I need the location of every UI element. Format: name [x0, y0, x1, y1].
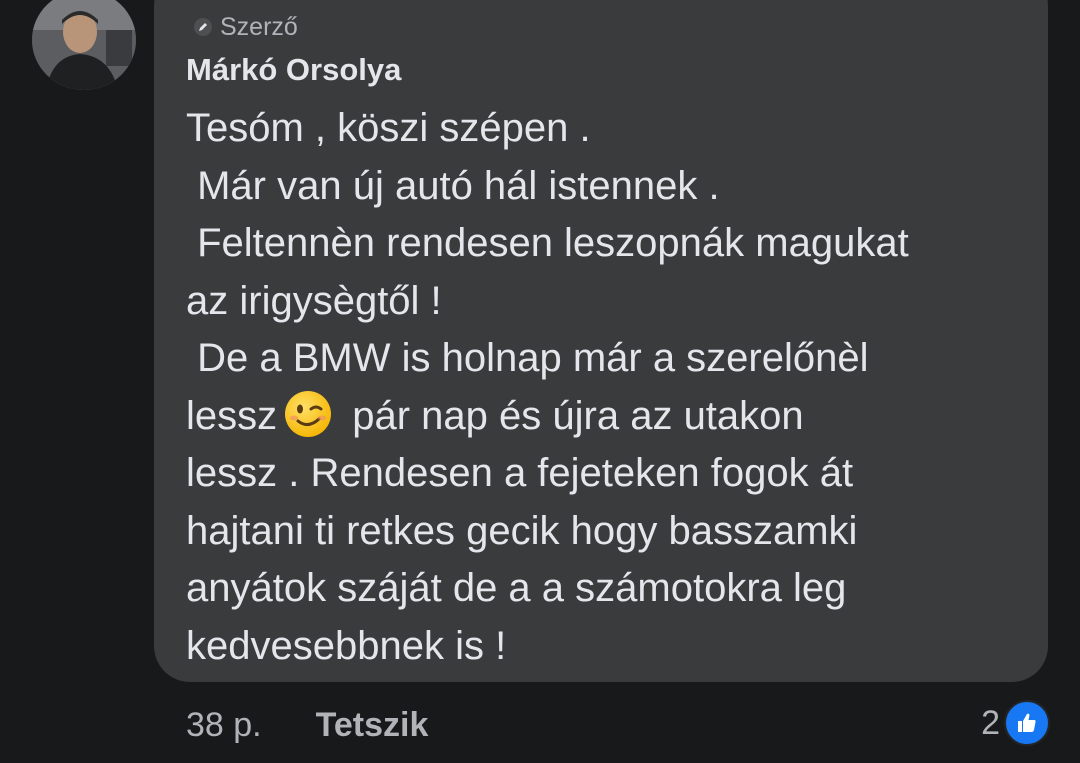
author-name[interactable]: Márkó Orsolya [186, 52, 401, 88]
thumbs-up-icon [1004, 700, 1050, 746]
author-badge-label: Szerző [220, 12, 298, 41]
comment-text: Tesóm , köszi szépen . Már van új autó h… [186, 100, 1026, 675]
comment-line-part: lessz [186, 393, 278, 438]
comment-line: Tesóm , köszi szépen . [186, 106, 591, 150]
reaction-summary[interactable]: 2 [981, 700, 1050, 746]
comment-line: Feltennèn rendesen leszopnák magukat [186, 221, 909, 265]
pencil-icon [192, 16, 214, 38]
timestamp[interactable]: 38 p. [186, 706, 262, 745]
comment-line: kedvesebbnek is ! [186, 623, 507, 668]
comment-footer: 38 p. Tetszik [186, 700, 428, 750]
comment-line-with-emoji: lessz pár nap és újra az utakon [186, 388, 1026, 446]
comment-line-part: pár nap és újra az utakon [341, 393, 804, 438]
reaction-count: 2 [981, 703, 1000, 742]
comment-line: az irigysègtől ! [186, 278, 442, 323]
winking-face-emoji-icon [283, 389, 333, 439]
comment-line: Már van új autó hál istennek . [186, 163, 720, 208]
comment-line: lessz . Rendesen a fejeteken fogok át [186, 451, 854, 495]
like-button[interactable]: Tetszik [316, 706, 429, 745]
author-badge: Szerző [192, 12, 298, 42]
comment-line: anyátok száját de a a számotokra leg [186, 566, 847, 610]
avatar[interactable] [32, 0, 136, 90]
comment-line: hajtani ti retkes gecik hogy basszamki [186, 508, 858, 553]
comment-line: De a BMW is holnap már a szerelőnèl [186, 336, 869, 380]
